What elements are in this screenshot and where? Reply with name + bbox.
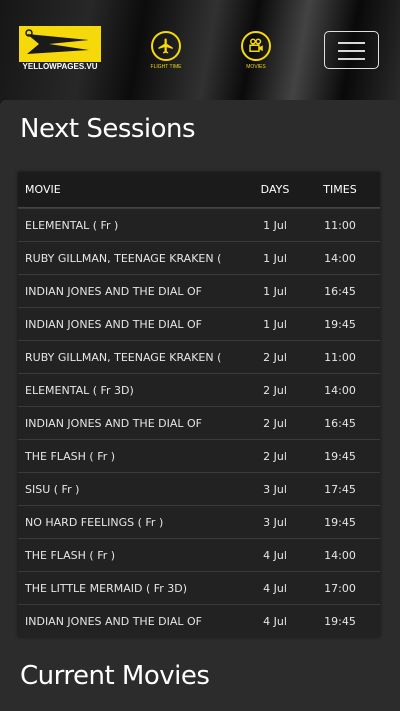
- movie-cell: THE LITTLE MERMAID ( Fr 3D): [25, 581, 188, 595]
- movie-cell: SISU ( Fr ): [25, 482, 80, 496]
- table-row[interactable]: THE LITTLE MERMAID ( Fr 3D) 4 Jul 17:00: [18, 571, 380, 604]
- sessions-table: MOVIE DAYS TIMES ELEMENTAL ( Fr ) 1 Jul 11…: [18, 172, 380, 637]
- time-cell: 11:00: [324, 218, 356, 232]
- day-cell: 1 Jul: [263, 317, 287, 331]
- time-cell: 19:45: [324, 317, 356, 331]
- day-cell: 4 Jul: [263, 548, 287, 562]
- table-row[interactable]: THE FLASH ( Fr ) 4 Jul 14:00: [18, 538, 380, 571]
- movie-cell: THE FLASH ( Fr ): [25, 548, 116, 562]
- time-cell: 17:45: [324, 482, 356, 496]
- nav-flight-time[interactable]: FLIGHT TIME: [138, 31, 194, 70]
- time-cell: 19:45: [324, 614, 356, 628]
- time-cell: 14:00: [324, 383, 356, 397]
- airplane-icon: [151, 31, 181, 61]
- table-row[interactable]: INDIAN JONES AND THE DIAL OF 1 Jul 16:45: [18, 274, 380, 307]
- movie-cell: RUBY GILLMAN, TEENAGE KRAKEN (: [25, 251, 222, 265]
- time-cell: 11:00: [324, 350, 356, 364]
- day-cell: 1 Jul: [263, 218, 287, 232]
- day-cell: 4 Jul: [263, 614, 287, 628]
- time-cell: 16:45: [324, 284, 356, 298]
- table-header: MOVIE DAYS TIMES: [18, 172, 380, 208]
- day-cell: 2 Jul: [263, 449, 287, 463]
- movie-cell: NO HARD FEELINGS ( Fr ): [25, 515, 164, 529]
- table-row[interactable]: ELEMENTAL ( Fr 3D) 2 Jul 14:00: [18, 373, 380, 406]
- time-cell: 14:00: [324, 548, 356, 562]
- header-banner: YELLOWPAGES.VU FLIGHT TIME MOVIES: [0, 0, 400, 105]
- movie-cell: INDIAN JONES AND THE DIAL OF: [25, 614, 203, 628]
- column-header-times: TIMES: [323, 183, 357, 196]
- current-movies-title: Current Movies: [20, 661, 210, 691]
- table-row[interactable]: RUBY GILLMAN, TEENAGE KRAKEN ( 2 Jul 11:00: [18, 340, 380, 373]
- movie-cell: INDIAN JONES AND THE DIAL OF: [25, 416, 203, 430]
- logo-graphic: [19, 26, 101, 62]
- table-row[interactable]: THE FLASH ( Fr ) 2 Jul 19:45: [18, 439, 380, 472]
- movie-cell: INDIAN JONES AND THE DIAL OF: [25, 317, 203, 331]
- yellowpages-logo[interactable]: YELLOWPAGES.VU: [19, 26, 101, 72]
- film-camera-icon: [241, 31, 271, 61]
- day-cell: 2 Jul: [263, 383, 287, 397]
- table-row[interactable]: INDIAN JONES AND THE DIAL OF 1 Jul 19:45: [18, 307, 380, 340]
- logo-text: YELLOWPAGES.VU: [22, 62, 98, 71]
- movie-cell: ELEMENTAL ( Fr 3D): [25, 383, 134, 397]
- next-sessions-title: Next Sessions: [20, 114, 196, 144]
- day-cell: 2 Jul: [263, 350, 287, 364]
- day-cell: 4 Jul: [263, 581, 287, 595]
- day-cell: 1 Jul: [263, 251, 287, 265]
- table-row[interactable]: NO HARD FEELINGS ( Fr ) 3 Jul 19:45: [18, 505, 380, 538]
- column-header-days: DAYS: [260, 183, 290, 196]
- table-row[interactable]: INDIAN JONES AND THE DIAL OF 4 Jul 19:45: [18, 604, 380, 637]
- day-cell: 3 Jul: [263, 482, 287, 496]
- table-row[interactable]: INDIAN JONES AND THE DIAL OF 2 Jul 16:45: [18, 406, 380, 439]
- day-cell: 1 Jul: [263, 284, 287, 298]
- time-cell: 16:45: [324, 416, 356, 430]
- time-cell: 14:00: [324, 251, 356, 265]
- table-row[interactable]: ELEMENTAL ( Fr ) 1 Jul 11:00: [18, 208, 380, 241]
- nav-movies[interactable]: MOVIES: [228, 31, 284, 70]
- nav-label: FLIGHT TIME: [150, 64, 182, 70]
- nav-label: MOVIES: [246, 64, 266, 70]
- movie-cell: ELEMENTAL ( Fr ): [25, 218, 119, 232]
- table-row[interactable]: RUBY GILLMAN, TEENAGE KRAKEN ( 1 Jul 14:00: [18, 241, 380, 274]
- time-cell: 19:45: [324, 449, 356, 463]
- time-cell: 17:00: [324, 581, 356, 595]
- day-cell: 3 Jul: [263, 515, 287, 529]
- day-cell: 2 Jul: [263, 416, 287, 430]
- movie-cell: INDIAN JONES AND THE DIAL OF: [25, 284, 203, 298]
- column-header-movie: MOVIE: [25, 183, 61, 196]
- table-row[interactable]: SISU ( Fr ) 3 Jul 17:45: [18, 472, 380, 505]
- time-cell: 19:45: [324, 515, 356, 529]
- hamburger-menu-icon[interactable]: [324, 31, 379, 69]
- movie-cell: THE FLASH ( Fr ): [25, 449, 116, 463]
- movie-cell: RUBY GILLMAN, TEENAGE KRAKEN (: [25, 350, 222, 364]
